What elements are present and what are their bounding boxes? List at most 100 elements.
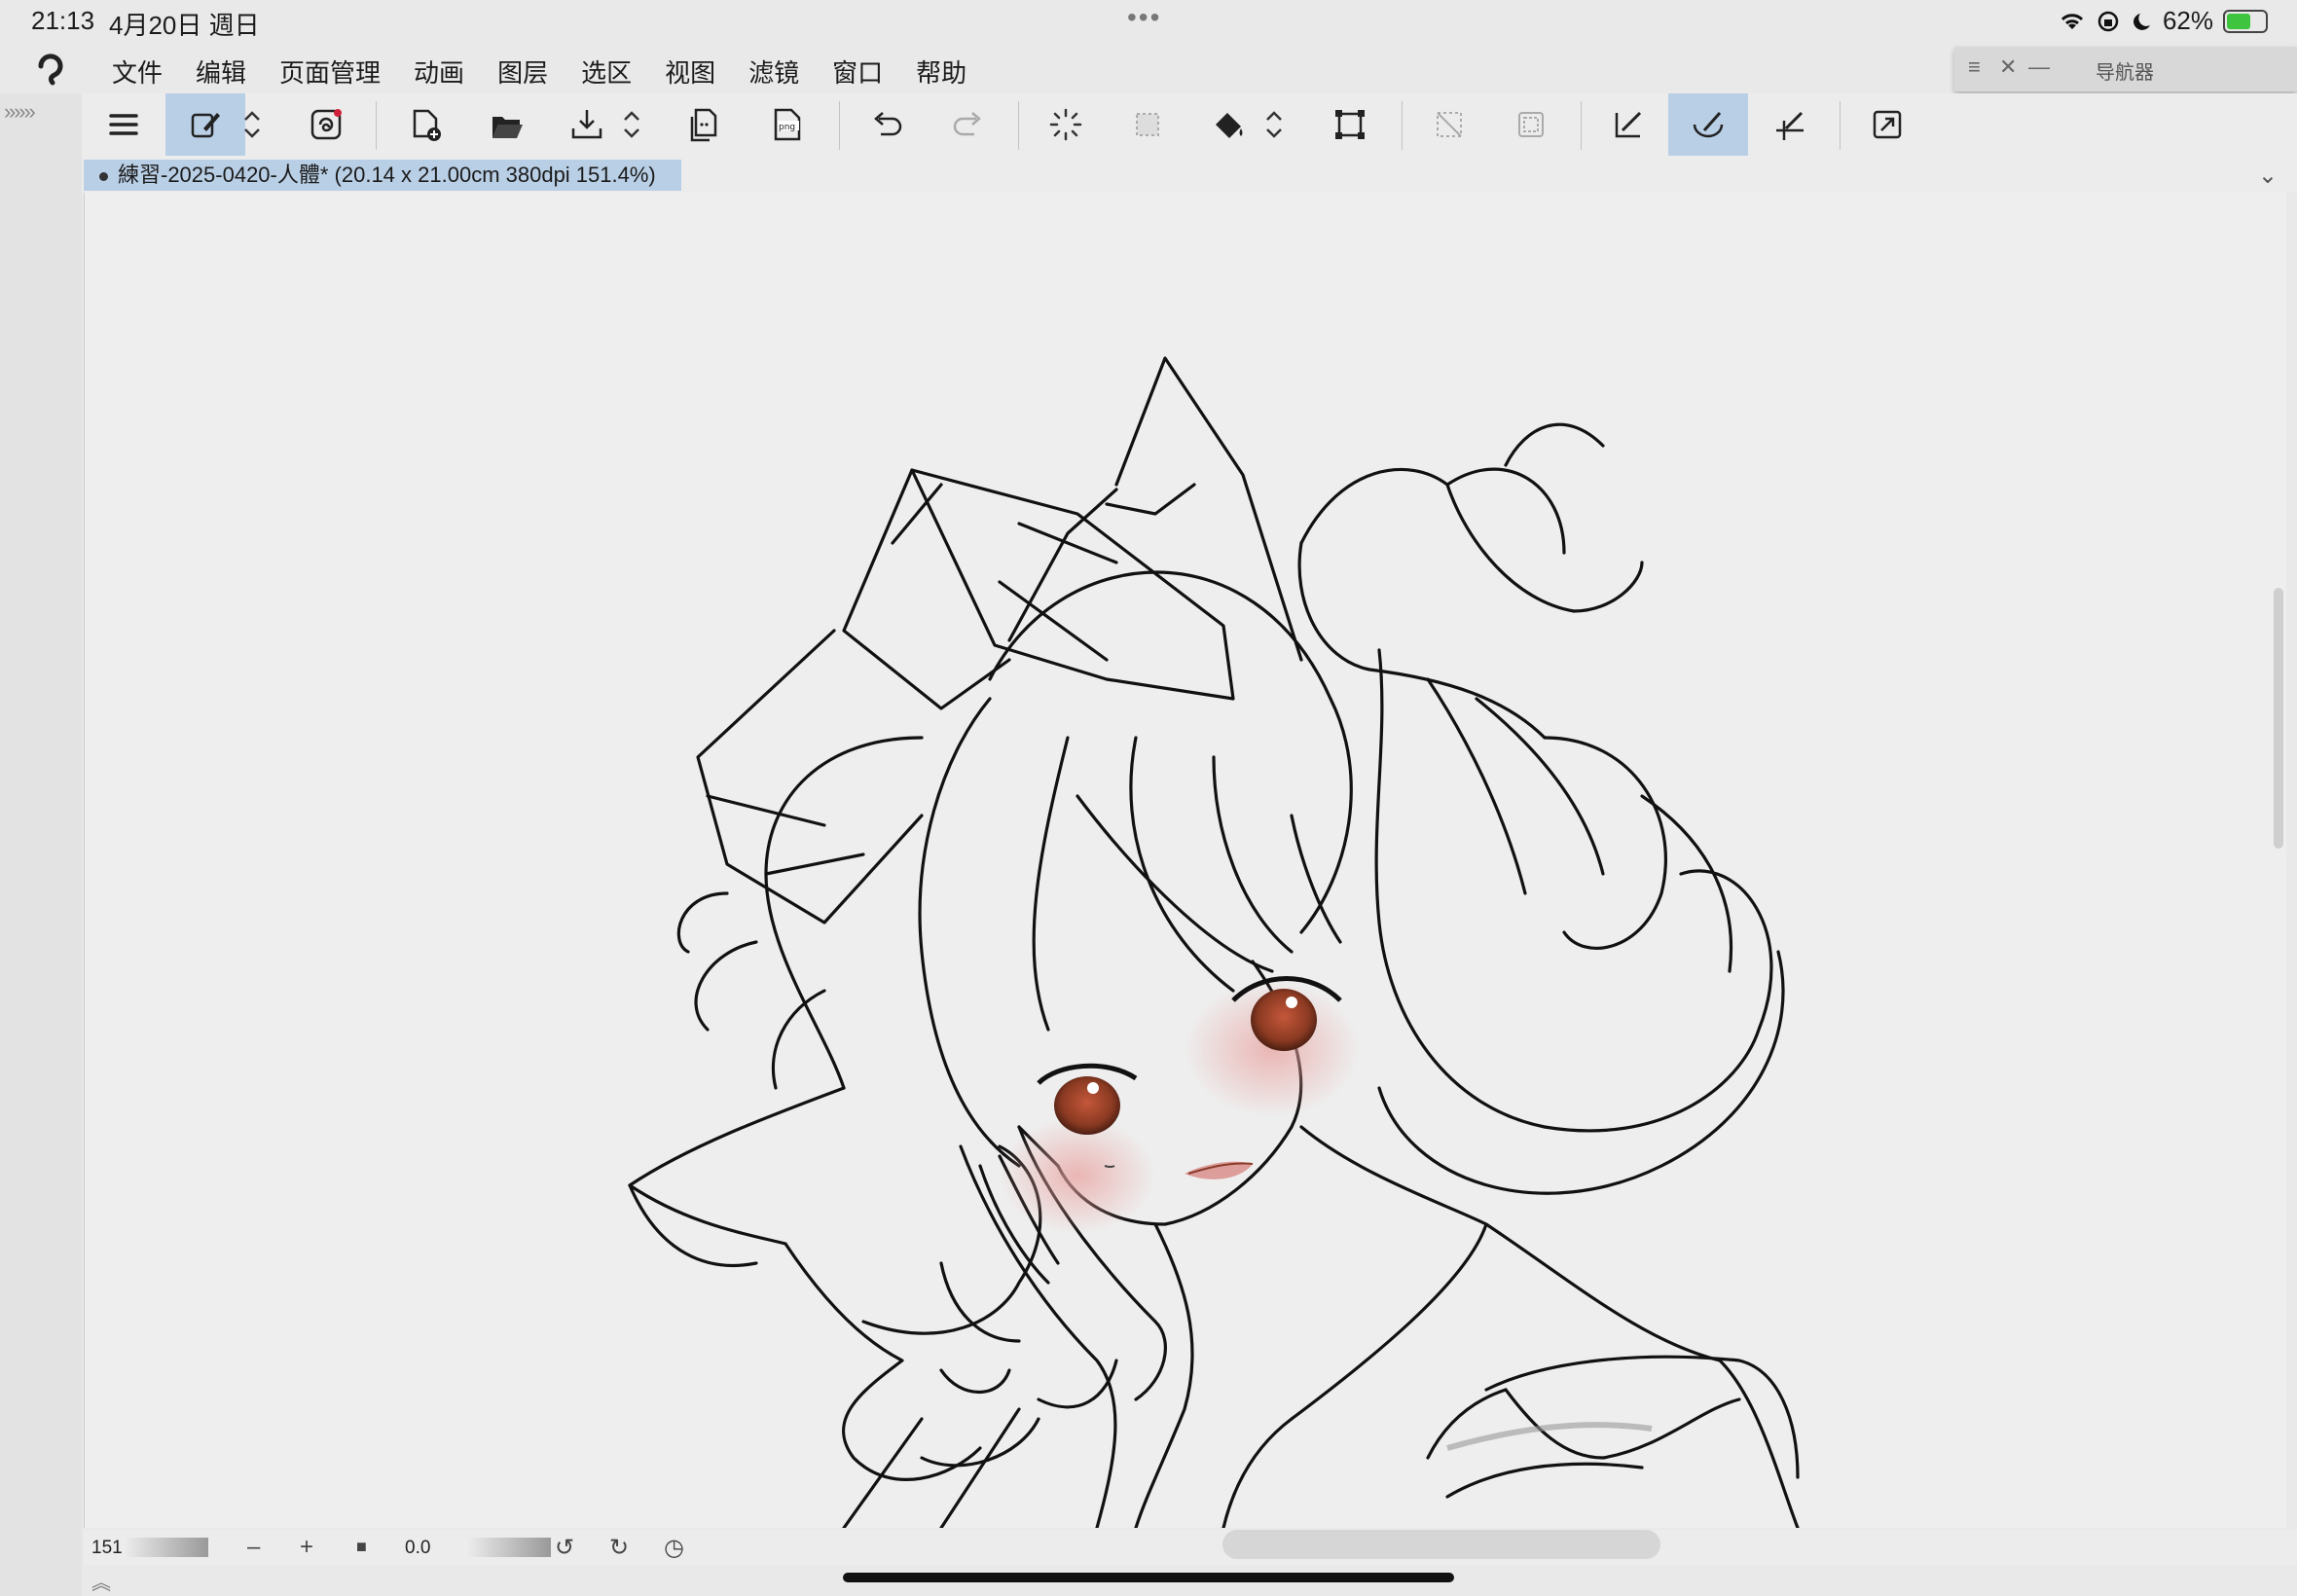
navigator-panel[interactable]: ≡ ✕ — 导航器 [1954, 47, 2297, 91]
save-download-icon [571, 110, 602, 139]
zoom-out-button[interactable]: – [247, 1534, 260, 1561]
reset-rotation-icon[interactable]: ◷ [664, 1534, 684, 1562]
undo-button[interactable] [847, 93, 927, 156]
home-indicator[interactable] [843, 1573, 1454, 1582]
open-button[interactable] [467, 93, 547, 156]
clip-studio-button[interactable] [286, 93, 366, 156]
svg-text:png: png [779, 123, 795, 132]
folder-open-icon [492, 117, 523, 138]
clip-studio-icon [310, 109, 342, 140]
toolbar-separator [1402, 101, 1403, 150]
orientation-lock-icon [2097, 11, 2119, 31]
canvas-bottom-bar: 151.4 – + ■ 0.0 ↺ ↻ ◷ [84, 1530, 2297, 1565]
chevron-down-icon[interactable]: ⌄ [2258, 162, 2278, 190]
save-options-toggle[interactable] [607, 93, 656, 156]
snap-special-ruler-button[interactable] [1668, 93, 1748, 156]
toolbar-separator [1581, 101, 1582, 150]
rotation-slider[interactable] [465, 1538, 551, 1557]
hamburger-icon [109, 114, 138, 135]
loading-indicator [1026, 93, 1106, 156]
clear-selection-button[interactable] [1108, 93, 1187, 156]
redo-button[interactable] [929, 93, 1008, 156]
transform-button[interactable] [1310, 93, 1390, 156]
panel-menu-icon[interactable]: ≡ [1968, 54, 1981, 80]
artwork-lineart[interactable] [85, 193, 2286, 1528]
expand-panels-icon[interactable]: »»» [4, 99, 36, 125]
panel-minimize-icon[interactable]: — [2028, 54, 2050, 80]
app-logo-icon[interactable] [31, 51, 70, 90]
selection-clear-icon [1136, 113, 1159, 136]
paint-bucket-icon [1216, 113, 1243, 138]
deselect-icon [1437, 112, 1462, 137]
menu-help[interactable]: 帮助 [916, 54, 966, 90]
deselect-button[interactable] [1409, 93, 1489, 156]
menu-animation[interactable]: 动画 [414, 54, 464, 90]
panel-close-icon[interactable]: ✕ [1999, 54, 2017, 80]
duplicate-save-button[interactable] [666, 93, 746, 156]
menu-file[interactable]: 文件 [112, 54, 163, 90]
new-canvas-button[interactable] [385, 93, 465, 156]
menu-edit[interactable]: 编辑 [196, 54, 246, 90]
undo-icon [874, 112, 902, 136]
rotate-left-icon[interactable]: ↺ [555, 1534, 574, 1562]
invert-selection-button[interactable] [1491, 93, 1571, 156]
chevron-updown-icon [624, 111, 639, 138]
multitasking-dots[interactable]: ••• [1127, 2, 1161, 33]
spinner-icon [1049, 108, 1082, 141]
toolbar-separator [1018, 101, 1019, 150]
fullscreen-button[interactable] [1847, 93, 1927, 156]
copy-document-icon [690, 108, 717, 142]
document-tab-label: 練習-2025-0420-人體* (20.14 x 21.00cm 380dpi… [118, 163, 656, 187]
menu-page-management[interactable]: 页面管理 [279, 54, 381, 90]
pen-edit-icon [191, 113, 220, 138]
png-export-icon: png [774, 108, 801, 141]
toolbar-separator [839, 101, 840, 150]
menu-view[interactable]: 视图 [665, 54, 715, 90]
focus-moon-icon [2133, 13, 2150, 30]
ruler-snap-icon [1615, 111, 1642, 138]
grid-snap-icon [1776, 111, 1804, 140]
chevron-updown-icon [1266, 111, 1282, 138]
main-menu-button[interactable] [84, 93, 164, 156]
curve-snap-icon [1693, 112, 1724, 138]
export-png-button[interactable]: png [747, 93, 827, 156]
status-bar: 21:13 4月20日 週日 ••• 62% [0, 0, 2297, 45]
edit-mode-toggle[interactable] [228, 93, 276, 156]
status-right: 62% [2058, 6, 2268, 36]
redo-icon [953, 112, 981, 136]
zoom-in-button[interactable]: + [300, 1534, 313, 1561]
toolbar-separator [1840, 101, 1841, 150]
expand-icon [1873, 110, 1902, 139]
document-tab-bar: 練習-2025-0420-人體* (20.14 x 21.00cm 380dpi… [82, 158, 2297, 193]
menu-selection[interactable]: 选区 [581, 54, 632, 90]
navigator-title: 导航器 [2096, 62, 2154, 84]
invert-selection-icon [1518, 112, 1544, 137]
drawing-canvas[interactable] [84, 193, 2286, 1528]
new-document-icon [413, 109, 441, 141]
unsaved-dot-icon [99, 171, 108, 181]
fit-stop-icon[interactable]: ■ [356, 1537, 367, 1557]
chevron-updown-icon [244, 111, 260, 138]
fill-options-toggle[interactable] [1250, 93, 1298, 156]
status-time: 21:13 [31, 6, 95, 35]
snap-grid-button[interactable] [1750, 93, 1830, 156]
left-dock-strip: »»» [0, 93, 82, 1596]
rotate-right-icon[interactable]: ↻ [609, 1534, 629, 1562]
status-date: 4月20日 週日 [109, 11, 260, 40]
wifi-icon [2060, 13, 2084, 29]
battery-percent: 62% [2162, 6, 2213, 35]
zoom-slider[interactable] [123, 1538, 208, 1557]
menu-bar: 文件 编辑 页面管理 动画 图层 选区 视图 滤镜 窗口 帮助 [112, 54, 1000, 90]
menu-layer[interactable]: 图层 [497, 54, 548, 90]
battery-icon [2223, 9, 2268, 33]
toolbar-separator [376, 101, 377, 150]
transform-icon [1335, 110, 1365, 139]
menu-filter[interactable]: 滤镜 [748, 54, 799, 90]
document-tab[interactable]: 練習-2025-0420-人體* (20.14 x 21.00cm 380dpi… [84, 160, 681, 191]
chevron-up-icon[interactable]: ︽ [91, 1567, 111, 1595]
command-bar: png [82, 93, 2297, 159]
snap-ruler-button[interactable] [1588, 93, 1668, 156]
menu-window[interactable]: 窗口 [832, 54, 883, 90]
vertical-scrollbar[interactable] [2274, 588, 2283, 849]
horizontal-scrollbar[interactable] [1222, 1530, 1660, 1559]
